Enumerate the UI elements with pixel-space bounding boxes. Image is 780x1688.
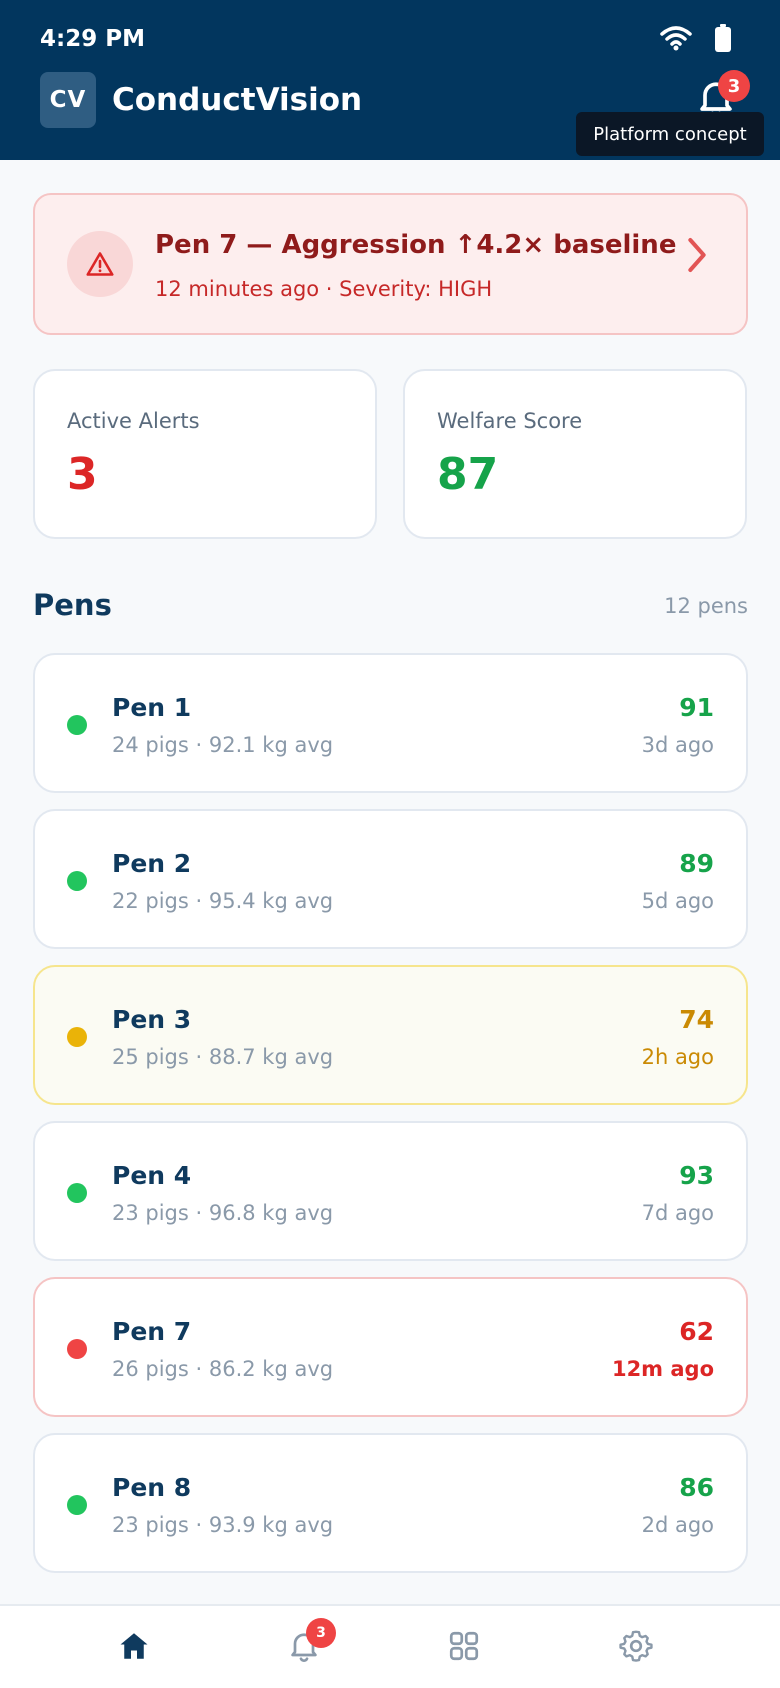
- pen-name: Pen 8: [112, 1473, 192, 1502]
- section-title: Pens: [33, 588, 112, 622]
- nav-pens[interactable]: [404, 1606, 524, 1688]
- chevron-right-icon: [688, 238, 706, 272]
- pen-name: Pen 7: [112, 1317, 192, 1346]
- nav-alerts[interactable]: 3: [244, 1606, 364, 1688]
- pen-card[interactable]: Pen 8 23 pigs · 93.9 kg avg 86 2d ago: [33, 1433, 748, 1573]
- welfare-score-card[interactable]: Welfare Score 87: [403, 369, 747, 539]
- status-time: 4:29 PM: [40, 26, 145, 52]
- pen-meta: 26 pigs · 86.2 kg avg: [112, 1357, 334, 1381]
- status-dot: [67, 1183, 87, 1203]
- status-icons: [660, 24, 732, 52]
- stat-label: Welfare Score: [437, 409, 583, 433]
- wifi-icon: [660, 26, 692, 51]
- pen-last-event: 2h ago: [641, 1045, 714, 1069]
- tooltip: Platform concept: [576, 112, 764, 156]
- pen-name: Pen 2: [112, 849, 192, 878]
- app-title: ConductVision: [112, 82, 363, 118]
- pen-name: Pen 1: [112, 693, 192, 722]
- bottom-nav: 3: [0, 1604, 780, 1688]
- pen-count: 12 pens: [664, 594, 748, 618]
- pen-meta: 25 pigs · 88.7 kg avg: [112, 1045, 334, 1069]
- battery-icon: [715, 24, 731, 52]
- pen-card[interactable]: Pen 7 26 pigs · 86.2 kg avg 62 12m ago: [33, 1277, 748, 1417]
- stat-value: 3: [67, 449, 98, 500]
- pen-meta: 23 pigs · 96.8 kg avg: [112, 1201, 334, 1225]
- status-dot: [67, 1495, 87, 1515]
- pen-score: 93: [679, 1161, 714, 1190]
- nav-home[interactable]: [74, 1606, 194, 1688]
- gear-icon: [619, 1630, 653, 1662]
- brand: CV ConductVision: [40, 72, 362, 128]
- grid-icon: [449, 1631, 479, 1661]
- status-dot: [67, 715, 87, 735]
- pen-card[interactable]: Pen 2 22 pigs · 95.4 kg avg 89 5d ago: [33, 809, 748, 949]
- pen-last-event: 2d ago: [641, 1513, 714, 1537]
- nav-alerts-badge: 3: [306, 1618, 336, 1648]
- status-dot: [67, 1339, 87, 1359]
- pen-last-event: 12m ago: [611, 1357, 714, 1381]
- brand-logo: CV: [40, 72, 96, 128]
- pen-score: 62: [679, 1317, 714, 1346]
- stat-value: 87: [437, 449, 499, 500]
- pen-card[interactable]: Pen 3 25 pigs · 88.7 kg avg 74 2h ago: [33, 965, 748, 1105]
- pen-name: Pen 4: [112, 1161, 192, 1190]
- pen-score: 91: [679, 693, 714, 722]
- app-header: 4:29 PM CV ConductVision 3 Platform conc…: [0, 0, 780, 160]
- pen-last-event: 5d ago: [641, 889, 714, 913]
- status-dot: [67, 1027, 87, 1047]
- home-icon: [120, 1633, 148, 1659]
- critical-alert-banner[interactable]: Pen 7 — Aggression ↑4.2× baseline 12 min…: [33, 193, 748, 335]
- pen-name: Pen 3: [112, 1005, 192, 1034]
- pen-last-event: 7d ago: [641, 1201, 714, 1225]
- pen-meta: 22 pigs · 95.4 kg avg: [112, 889, 334, 913]
- warning-icon: [86, 252, 114, 276]
- notification-badge: 3: [718, 70, 750, 102]
- alert-subtitle: 12 minutes ago · Severity: HIGH: [155, 277, 493, 301]
- pen-card[interactable]: Pen 4 23 pigs · 96.8 kg avg 93 7d ago: [33, 1121, 748, 1261]
- pen-last-event: 3d ago: [641, 733, 714, 757]
- pen-card[interactable]: Pen 1 24 pigs · 92.1 kg avg 91 3d ago: [33, 653, 748, 793]
- active-alerts-card[interactable]: Active Alerts 3: [33, 369, 377, 539]
- pen-score: 86: [679, 1473, 714, 1502]
- alert-icon-wrap: [67, 231, 133, 297]
- pen-meta: 24 pigs · 92.1 kg avg: [112, 733, 334, 757]
- status-dot: [67, 871, 87, 891]
- pen-score: 89: [679, 849, 714, 878]
- stat-label: Active Alerts: [67, 409, 200, 433]
- nav-settings[interactable]: [576, 1606, 696, 1688]
- pen-score: 74: [679, 1005, 714, 1034]
- pen-meta: 23 pigs · 93.9 kg avg: [112, 1513, 334, 1537]
- alert-title: Pen 7 — Aggression ↑4.2× baseline: [155, 230, 677, 260]
